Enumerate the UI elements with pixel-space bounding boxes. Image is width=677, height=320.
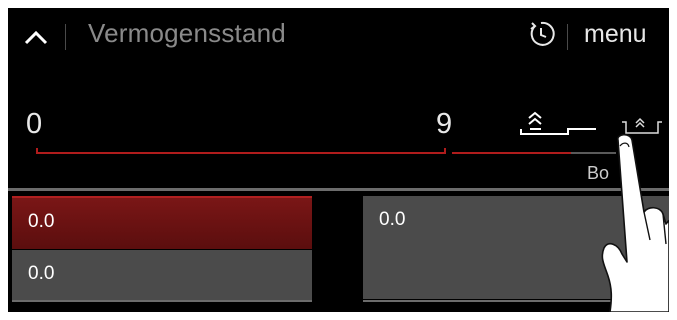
cooktop-display: Vermogensstand menu 0 9 Bo 0.0 0.0 0.0 xyxy=(8,8,669,312)
hand-pointer-icon xyxy=(601,133,669,312)
